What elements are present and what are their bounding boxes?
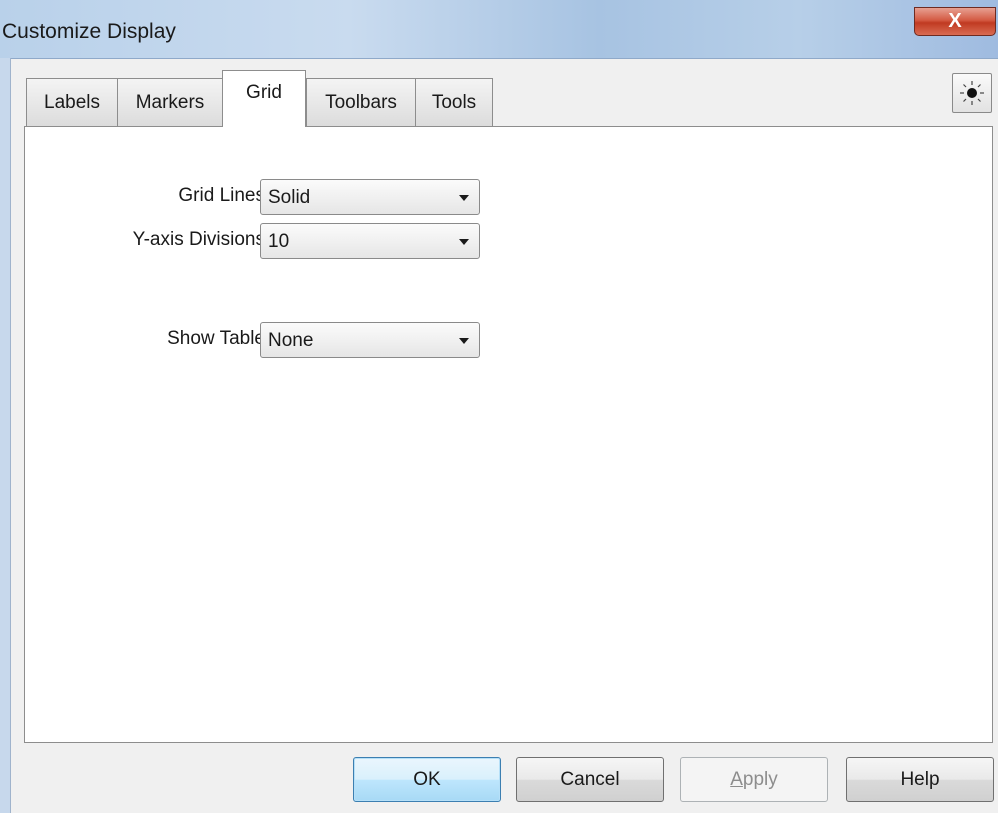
help-button-label: Help bbox=[900, 768, 940, 790]
help-button[interactable]: Help bbox=[846, 757, 994, 802]
apply-button-label: Apply bbox=[730, 768, 778, 790]
tab-grid[interactable]: Grid bbox=[222, 70, 306, 127]
tab-toolbars[interactable]: Toolbars bbox=[306, 78, 416, 126]
close-button[interactable]: X bbox=[914, 7, 996, 36]
cancel-button[interactable]: Cancel bbox=[516, 757, 664, 802]
sun-icon bbox=[960, 81, 984, 105]
tab-labels-label: Labels bbox=[44, 91, 100, 113]
tab-toolbars-label: Toolbars bbox=[325, 91, 397, 113]
window-frame-left bbox=[0, 58, 11, 813]
tab-labels[interactable]: Labels bbox=[26, 78, 118, 126]
tab-tools-label: Tools bbox=[431, 91, 477, 113]
grid-lines-label: Grid Lines bbox=[178, 185, 265, 206]
y-axis-divisions-label: Y-axis Divisions bbox=[132, 229, 265, 250]
grid-tab-panel: Grid Lines Solid Y-axis Divisions 10 Sho… bbox=[24, 126, 993, 743]
tab-markers[interactable]: Markers bbox=[117, 78, 223, 126]
tab-tools[interactable]: Tools bbox=[415, 78, 493, 126]
apply-button[interactable]: Apply bbox=[680, 757, 828, 802]
grid-lines-select[interactable]: Solid bbox=[260, 179, 480, 215]
close-icon: X bbox=[948, 10, 962, 32]
y-axis-divisions-value: 10 bbox=[268, 231, 290, 252]
ok-button[interactable]: OK bbox=[353, 757, 501, 802]
window-title: Customize Display bbox=[2, 20, 176, 43]
grid-lines-row: Grid Lines Solid bbox=[25, 179, 505, 215]
customize-display-dialog: Customize Display X Labels Markers Grid … bbox=[0, 0, 998, 813]
ok-button-label: OK bbox=[413, 768, 441, 790]
show-table-select[interactable]: None bbox=[260, 322, 480, 358]
show-table-row: Show Table None bbox=[25, 322, 505, 358]
y-axis-divisions-select[interactable]: 10 bbox=[260, 223, 480, 259]
show-table-label: Show Table bbox=[167, 328, 265, 349]
theme-toggle-button[interactable] bbox=[952, 73, 992, 113]
tab-grid-label: Grid bbox=[246, 82, 282, 103]
title-bar[interactable]: Customize Display X bbox=[0, 0, 998, 59]
tab-markers-label: Markers bbox=[135, 91, 205, 113]
dropdown-arrow-icon bbox=[459, 195, 469, 201]
tab-strip: Labels Markers Grid Toolbars Tools bbox=[26, 70, 976, 128]
dropdown-arrow-icon bbox=[459, 338, 469, 344]
show-table-value: None bbox=[268, 330, 314, 351]
cancel-button-label: Cancel bbox=[560, 768, 620, 790]
y-axis-divisions-row: Y-axis Divisions 10 bbox=[25, 223, 505, 259]
grid-lines-value: Solid bbox=[268, 187, 311, 208]
dropdown-arrow-icon bbox=[459, 239, 469, 245]
